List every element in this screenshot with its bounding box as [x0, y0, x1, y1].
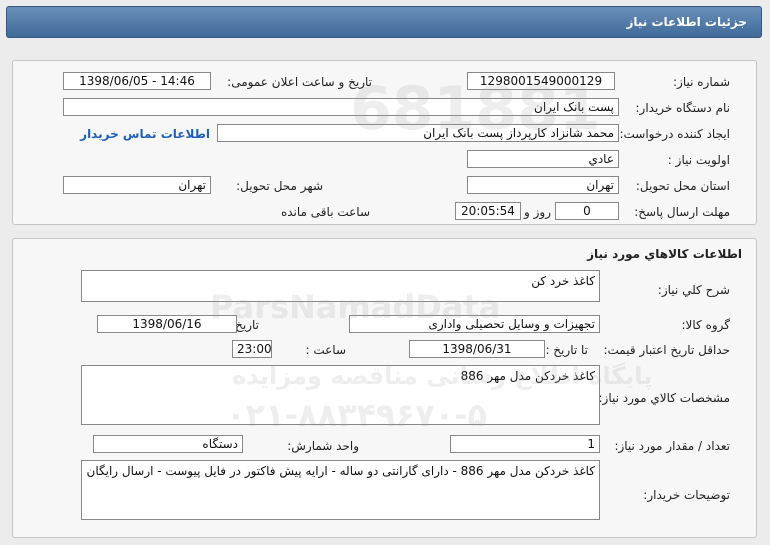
hour-label: ساعت :	[305, 343, 346, 357]
priority-label: اولویت نیاز :	[667, 153, 730, 167]
need-number-label: شماره نیاز:	[673, 75, 730, 89]
province-label: استان محل تحویل:	[635, 179, 730, 193]
days-field[interactable]: 0	[555, 202, 619, 220]
buyer-org-field[interactable]: پست بانک ایران	[63, 98, 619, 116]
page-title: جزئیات اطلاعات نیاز	[6, 6, 762, 38]
to-date-label: تا تاریخ :	[545, 343, 588, 357]
to-date-field[interactable]: 1398/06/31	[409, 340, 545, 358]
unit-field[interactable]: دستگاه	[93, 435, 243, 453]
creator-field[interactable]: محمد شانزاد کارپرداز پست بانک ایران	[217, 124, 619, 142]
priority-field[interactable]: عادي	[467, 150, 619, 168]
goods-section-title: اطلاعات کالاهاي مورد نياز	[587, 247, 742, 261]
notes-label: توضيحات خريدار:	[643, 488, 730, 502]
group-field[interactable]: تجهیزات و وسایل تحصیلی واداری	[349, 315, 600, 333]
remaining-label: ساعت باقی مانده	[280, 205, 370, 219]
announce-datetime-label: تاریخ و ساعت اعلان عمومی:	[227, 75, 372, 89]
qty-field[interactable]: 1	[450, 435, 600, 453]
buyer-org-label: نام دستگاه خریدار:	[635, 101, 731, 115]
province-field[interactable]: تهران	[467, 176, 619, 194]
need-info-panel: شماره نیاز: 1298001549000129 تاریخ و ساع…	[12, 60, 757, 225]
time-left-field[interactable]: 20:05:54	[455, 202, 521, 220]
unit-label: واحد شمارش:	[287, 439, 359, 453]
hour-field[interactable]: 23:00	[232, 340, 272, 358]
specs-label: مشخصات کالاي مورد نياز:	[598, 391, 730, 405]
city-label: شهر محل تحویل:	[236, 179, 323, 193]
deadline-label: مهلت ارسال پاسخ:	[634, 205, 730, 219]
need-number-field[interactable]: 1298001549000129	[467, 72, 615, 90]
group-label: گروه کالا:	[681, 318, 731, 332]
announce-datetime-field[interactable]: 1398/06/05 - 14:46	[63, 72, 211, 90]
goods-info-panel: اطلاعات کالاهاي مورد نياز شرح کلي نياز: …	[12, 238, 757, 538]
day-and-label: روز و	[524, 205, 551, 219]
min-price-validity-label: حداقل تاریخ اعتبار قیمت:	[603, 343, 730, 357]
city-field[interactable]: تهران	[63, 176, 211, 194]
summary-label: شرح کلي نياز:	[657, 283, 730, 297]
creator-label: ایجاد کننده درخواست:	[619, 127, 730, 141]
specs-field[interactable]: کاغذ خردکن مدل مهر 886	[81, 365, 600, 425]
summary-field[interactable]: کاغذ خرد کن	[81, 270, 600, 302]
notes-field[interactable]: کاغذ خردکن مدل مهر 886 - دارای گارانتی د…	[81, 460, 600, 520]
need-date-field[interactable]: 1398/06/16	[97, 315, 237, 333]
buyer-contact-link[interactable]: اطلاعات تماس خریدار	[80, 127, 210, 141]
qty-label: تعداد / مقدار مورد نیاز:	[614, 439, 730, 453]
